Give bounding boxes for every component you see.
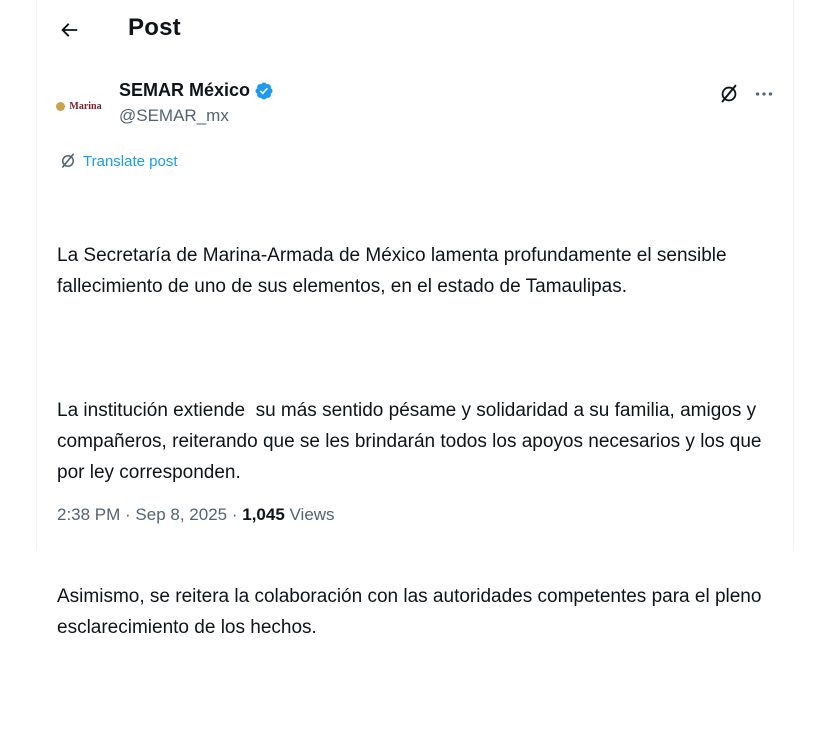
post-container: Post Marina SEMAR México @SEMAR_mx Trans… (36, 0, 794, 638)
post-paragraph-3: Asimismo, se reitera la colaboración con… (57, 586, 767, 638)
meta-separator-2: · (227, 505, 243, 524)
post-paragraph-1: La Secretaría de Marina-Armada de México… (57, 245, 732, 297)
seal-icon (56, 101, 66, 111)
translate-post-link[interactable]: Translate post (59, 152, 178, 170)
post-date[interactable]: Sep 8, 2025 (135, 505, 227, 524)
post-meta: 2:38 PM · Sep 8, 2025 · 1,045 Views (57, 505, 335, 525)
translate-icon (61, 153, 75, 168)
post-paragraph-2: La institución extiende su más sentido p… (57, 400, 767, 483)
more-options-button[interactable] (749, 80, 779, 108)
views-label: Views (289, 505, 335, 524)
more-icon (755, 92, 773, 96)
display-name[interactable]: SEMAR México (119, 80, 250, 101)
post-header: Post (37, 0, 793, 60)
translate-label[interactable]: Translate post (83, 153, 178, 170)
grok-icon (721, 84, 737, 103)
name-row: SEMAR México (119, 80, 274, 101)
views-count: 1,045 (242, 505, 285, 524)
post-time[interactable]: 2:38 PM (57, 505, 120, 524)
page-title: Post (128, 14, 181, 41)
avatar-logo-text: Marina (69, 100, 102, 112)
meta-separator: · (120, 505, 136, 524)
user-handle[interactable]: @SEMAR_mx (119, 106, 229, 126)
author-row: Marina SEMAR México @SEMAR_mx (37, 72, 793, 132)
arrow-left-icon (61, 23, 78, 37)
post-text: La Secretaría de Marina-Armada de México… (57, 178, 777, 736)
back-button[interactable] (51, 12, 87, 48)
verified-badge-icon[interactable] (254, 81, 274, 101)
avatar[interactable]: Marina (55, 82, 103, 130)
grok-button[interactable] (715, 80, 743, 108)
